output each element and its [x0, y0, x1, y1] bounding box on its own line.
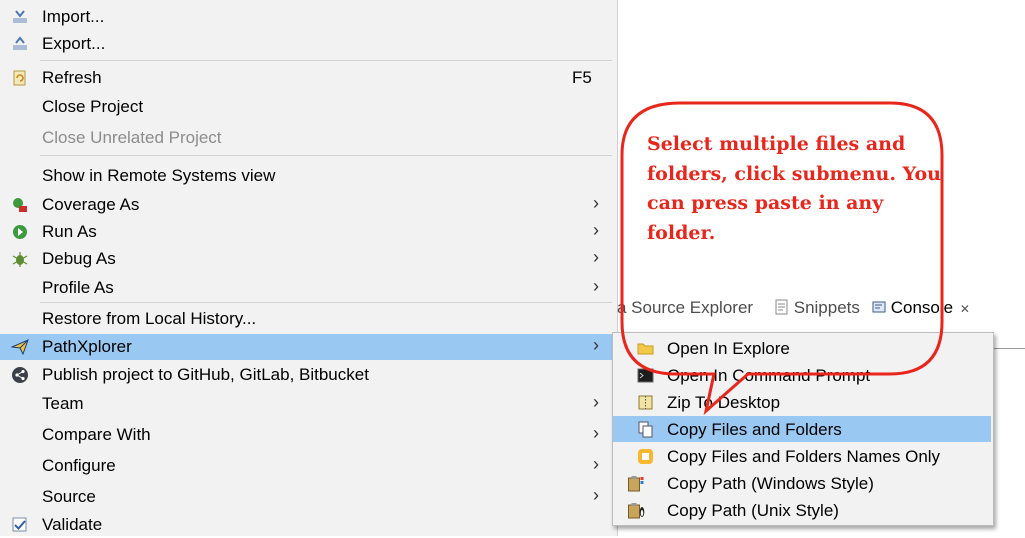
callout-line: can press paste in any — [647, 192, 884, 214]
callout-bubble — [620, 101, 944, 416]
callout-line: folders, click submenu. You — [647, 162, 941, 185]
callout-line: Select multiple files and — [647, 133, 906, 155]
callout-text: Select multiple files and folders, click… — [647, 130, 942, 248]
callout-line: folder. — [647, 221, 716, 244]
